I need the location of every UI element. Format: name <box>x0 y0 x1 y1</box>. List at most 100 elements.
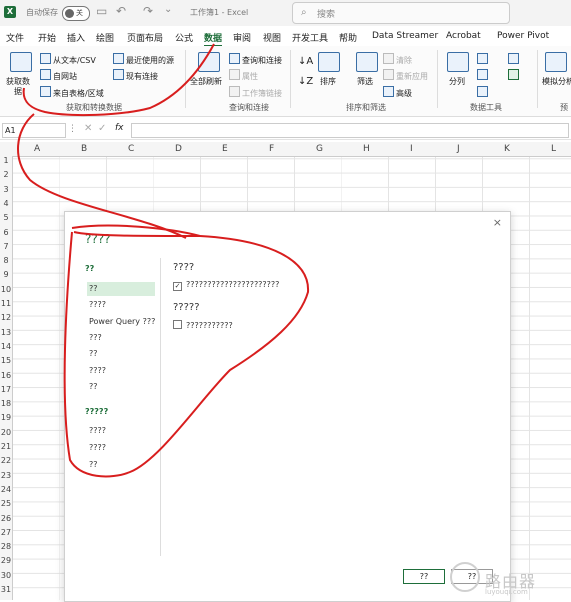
nav-item[interactable]: ?? <box>87 458 155 472</box>
row-header[interactable]: 6 <box>0 228 12 237</box>
tab-review[interactable]: 审阅 <box>233 31 251 44</box>
row-header[interactable]: 11 <box>0 299 12 308</box>
formula-input[interactable] <box>131 123 569 138</box>
row-header[interactable]: 5 <box>0 213 12 222</box>
row-header[interactable]: 28 <box>0 542 12 551</box>
nav-item[interactable]: ???? <box>87 424 155 438</box>
row-header[interactable]: 22 <box>0 456 12 465</box>
row-header[interactable]: 17 <box>0 385 12 394</box>
tab-view[interactable]: 视图 <box>263 31 281 44</box>
row-header[interactable]: 13 <box>0 328 12 337</box>
from-text-csv-button[interactable]: 从文本/CSV <box>40 53 96 66</box>
row-header[interactable]: 23 <box>0 471 12 480</box>
sort-button[interactable]: 排序 <box>320 76 336 87</box>
tab-data-streamer[interactable]: Data Streamer <box>372 31 438 41</box>
checkbox-unchecked-icon[interactable] <box>173 320 182 329</box>
advanced-button[interactable]: 高级 <box>383 86 412 99</box>
column-header[interactable]: K <box>504 144 510 154</box>
row-header[interactable]: 8 <box>0 256 12 265</box>
row-header[interactable]: 30 <box>0 571 12 580</box>
tab-draw[interactable]: 绘图 <box>96 31 114 44</box>
nav-item[interactable]: ?? <box>87 282 155 296</box>
flash-fill-icon[interactable] <box>477 53 488 65</box>
nav-item[interactable]: ??? <box>87 331 155 345</box>
row-header[interactable]: 21 <box>0 442 12 451</box>
clear-button[interactable]: 清除 <box>383 53 412 66</box>
ok-button[interactable]: ?? <box>403 569 445 584</box>
row-header[interactable]: 4 <box>0 199 12 208</box>
column-header[interactable]: L <box>551 144 556 154</box>
row-header[interactable]: 9 <box>0 270 12 279</box>
refresh-all-button[interactable]: 全部刷新 <box>190 76 222 87</box>
row-header[interactable]: 19 <box>0 413 12 422</box>
nav-item[interactable]: ?? <box>87 347 155 361</box>
recent-sources-button[interactable]: 最近使用的源 <box>113 53 174 66</box>
nav-item[interactable]: Power Query ??? <box>87 315 155 329</box>
row-header[interactable]: 25 <box>0 499 12 508</box>
properties-button[interactable]: 属性 <box>229 69 258 82</box>
workbook-links-button[interactable]: 工作簿链接 <box>229 86 282 99</box>
relationships-icon[interactable] <box>508 69 519 81</box>
autosave-toggle[interactable]: 关 <box>62 6 90 21</box>
column-header[interactable]: C <box>128 144 134 154</box>
name-box[interactable]: A1 <box>2 123 66 138</box>
row-header[interactable]: 18 <box>0 399 12 408</box>
data-validation-icon[interactable] <box>477 86 488 98</box>
tab-page-layout[interactable]: 页面布局 <box>127 31 163 44</box>
existing-connections-button[interactable]: 现有连接 <box>113 69 158 82</box>
tab-formulas[interactable]: 公式 <box>175 31 193 44</box>
column-header[interactable]: J <box>457 144 460 154</box>
remove-duplicates-icon[interactable] <box>477 69 488 81</box>
customize-toolbar-icon[interactable]: ⌄ <box>164 4 172 15</box>
more-icon[interactable]: ⋮ <box>68 124 77 134</box>
row-header[interactable]: 16 <box>0 371 12 380</box>
enter-icon[interactable]: ✓ <box>98 123 106 134</box>
row-header[interactable]: 24 <box>0 485 12 494</box>
column-header[interactable]: A <box>34 144 40 154</box>
sort-za-icon[interactable]: ↓Z <box>298 76 313 87</box>
from-table-range-button[interactable]: 来自表格/区域 <box>40 86 104 99</box>
from-web-button[interactable]: 自网站 <box>40 69 77 82</box>
undo-icon[interactable]: ↶ <box>116 4 126 18</box>
cancel-icon[interactable]: ✕ <box>84 123 92 134</box>
row-header[interactable]: 20 <box>0 428 12 437</box>
search-input[interactable]: ⌕ 搜索 <box>292 2 510 24</box>
nav-item[interactable]: ???? <box>87 298 155 312</box>
row-header[interactable]: 7 <box>0 242 12 251</box>
sort-az-icon[interactable]: ↓A <box>298 56 313 67</box>
column-header[interactable]: D <box>175 144 182 154</box>
row-header[interactable]: 15 <box>0 356 12 365</box>
column-header[interactable]: G <box>316 144 323 154</box>
reapply-button[interactable]: 重新应用 <box>383 69 428 82</box>
row-header[interactable]: 12 <box>0 313 12 322</box>
row-header[interactable]: 3 <box>0 185 12 194</box>
consolidate-icon[interactable] <box>508 53 519 65</box>
nav-item[interactable]: ?? <box>87 380 155 394</box>
row-header[interactable]: 29 <box>0 556 12 565</box>
row-header[interactable]: 26 <box>0 514 12 523</box>
column-header[interactable]: F <box>269 144 274 154</box>
column-header[interactable]: H <box>363 144 370 154</box>
tab-developer[interactable]: 开发工具 <box>292 31 328 44</box>
checkbox-checked-icon[interactable]: ✓ <box>173 282 182 291</box>
row-header[interactable]: 27 <box>0 528 12 537</box>
nav-item[interactable]: ???? <box>87 441 155 455</box>
row-header[interactable]: 31 <box>0 585 12 594</box>
option-checkbox-1[interactable]: ✓?????????????????????? <box>173 280 279 291</box>
what-if-button[interactable]: 模拟分析 <box>542 76 571 87</box>
filter-button[interactable]: 筛选 <box>357 76 373 87</box>
queries-connections-button[interactable]: 查询和连接 <box>229 53 282 66</box>
tab-home[interactable]: 开始 <box>38 31 56 44</box>
tab-file[interactable]: 文件 <box>6 31 24 44</box>
close-icon[interactable]: × <box>493 216 502 229</box>
row-header[interactable]: 1 <box>0 156 12 165</box>
row-header[interactable]: 14 <box>0 342 12 351</box>
option-checkbox-2[interactable]: ??????????? <box>173 320 233 330</box>
tab-insert[interactable]: 插入 <box>67 31 85 44</box>
insert-function-icon[interactable]: fx <box>115 123 124 133</box>
nav-item[interactable]: ???? <box>87 364 155 378</box>
split-columns-button[interactable]: 分列 <box>449 76 465 87</box>
column-header[interactable]: I <box>410 144 413 154</box>
column-header[interactable]: B <box>81 144 87 154</box>
save-icon[interactable]: ▭ <box>96 4 107 18</box>
